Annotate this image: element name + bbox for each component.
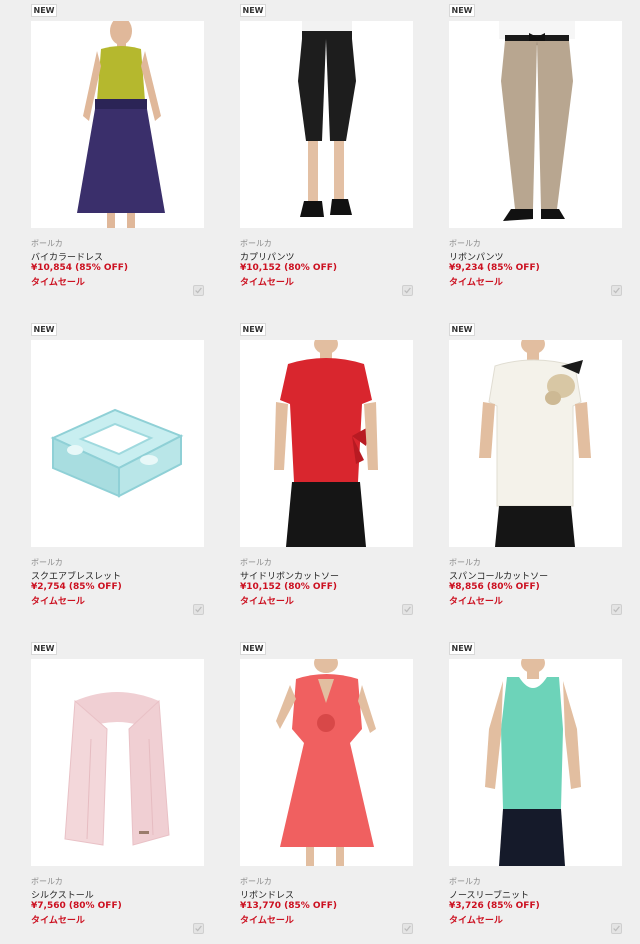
sale-price: ¥10,152 (80% OFF) (240, 263, 337, 273)
sale-price: ¥7,560 (80% OFF) (31, 901, 122, 911)
new-badge: NEW (449, 4, 475, 17)
checkmark-icon[interactable] (402, 285, 413, 296)
product-name[interactable]: サイドリボンカットソー (240, 569, 339, 582)
product-card[interactable]: NEW ボールカ リボンドレス ¥13,770 (85% OFF) タイムセール (240, 638, 448, 942)
time-sale-label: タイムセール (240, 916, 294, 926)
checkmark-icon[interactable] (402, 923, 413, 934)
product-card[interactable]: NEW ボールカ スパンコールカットソー ¥8,856 (80% OFF) タイ… (449, 319, 640, 623)
new-badge: NEW (449, 323, 475, 336)
checkmark-icon[interactable] (193, 604, 204, 615)
time-sale-label: タイムセール (31, 916, 85, 926)
product-card[interactable]: NEW ボールカ バイカラードレス ¥10,854 (85% OFF) タイムセ… (31, 0, 239, 304)
product-card[interactable]: NEW ボールカ サイドリボンカットソー ¥10,152 (80% OFF) タ… (240, 319, 448, 623)
brand-name: ボールカ (240, 239, 272, 248)
sale-price: ¥3,726 (85% OFF) (449, 901, 540, 911)
new-badge: NEW (31, 4, 57, 17)
silk-stole-photo[interactable] (31, 659, 204, 866)
brand-name: ボールカ (31, 239, 63, 248)
brand-name: ボールカ (31, 877, 63, 886)
product-name[interactable]: ノースリーブニット (449, 888, 529, 901)
sale-price: ¥10,152 (80% OFF) (240, 582, 337, 592)
capri-pants-photo[interactable] (240, 21, 413, 228)
sleeveless-knit-photo[interactable] (449, 659, 622, 866)
time-sale-label: タイムセール (449, 597, 503, 607)
sale-price: ¥13,770 (85% OFF) (240, 901, 337, 911)
time-sale-label: タイムセール (449, 278, 503, 288)
sale-price: ¥8,856 (80% OFF) (449, 582, 540, 592)
new-badge: NEW (31, 642, 57, 655)
product-name[interactable]: シルクストール (31, 888, 94, 901)
brand-name: ボールカ (240, 877, 272, 886)
product-name[interactable]: スクエアブレスレット (31, 569, 121, 582)
time-sale-label: タイムセール (240, 597, 294, 607)
product-card[interactable]: NEW ボールカ リボンパンツ ¥9,234 (85% OFF) タイムセール (449, 0, 640, 304)
checkmark-icon[interactable] (611, 604, 622, 615)
sale-price: ¥10,854 (85% OFF) (31, 263, 128, 273)
brand-name: ボールカ (449, 558, 481, 567)
sequin-top-photo[interactable] (449, 340, 622, 547)
checkmark-icon[interactable] (611, 285, 622, 296)
product-name[interactable]: スパンコールカットソー (449, 569, 548, 582)
product-name[interactable]: リボンパンツ (449, 250, 503, 263)
brand-name: ボールカ (240, 558, 272, 567)
product-name[interactable]: カプリパンツ (240, 250, 294, 263)
checkmark-icon[interactable] (193, 923, 204, 934)
time-sale-label: タイムセール (31, 278, 85, 288)
new-badge: NEW (240, 4, 266, 17)
side-ribbon-top-photo[interactable] (240, 340, 413, 547)
ribbon-pants-photo[interactable] (449, 21, 622, 228)
product-card[interactable]: NEW ボールカ スクエアブレスレット ¥2,754 (85% OFF) タイム… (31, 319, 239, 623)
checkmark-icon[interactable] (402, 604, 413, 615)
product-card[interactable]: NEW ボールカ ノースリーブニット ¥3,726 (85% OFF) タイムセ… (449, 638, 640, 942)
product-name[interactable]: リボンドレス (240, 888, 294, 901)
brand-name: ボールカ (31, 558, 63, 567)
time-sale-label: タイムセール (240, 278, 294, 288)
new-badge: NEW (449, 642, 475, 655)
time-sale-label: タイムセール (31, 597, 85, 607)
new-badge: NEW (240, 323, 266, 336)
sale-price: ¥2,754 (85% OFF) (31, 582, 122, 592)
product-card[interactable]: NEW ボールカ シルクストール ¥7,560 (80% OFF) タイムセール (31, 638, 239, 942)
product-card[interactable]: NEW ボールカ カプリパンツ ¥10,152 (80% OFF) タイムセール (240, 0, 448, 304)
product-name[interactable]: バイカラードレス (31, 250, 103, 263)
product-grid: NEW ボールカ バイカラードレス ¥10,854 (85% OFF) タイムセ… (0, 0, 640, 944)
ribbon-dress-photo[interactable] (240, 659, 413, 866)
new-badge: NEW (240, 642, 266, 655)
checkmark-icon[interactable] (611, 923, 622, 934)
brand-name: ボールカ (449, 239, 481, 248)
checkmark-icon[interactable] (193, 285, 204, 296)
brand-name: ボールカ (449, 877, 481, 886)
time-sale-label: タイムセール (449, 916, 503, 926)
square-bracelet-photo[interactable] (31, 340, 204, 547)
two-tone-dress-photo[interactable] (31, 21, 204, 228)
new-badge: NEW (31, 323, 57, 336)
sale-price: ¥9,234 (85% OFF) (449, 263, 540, 273)
